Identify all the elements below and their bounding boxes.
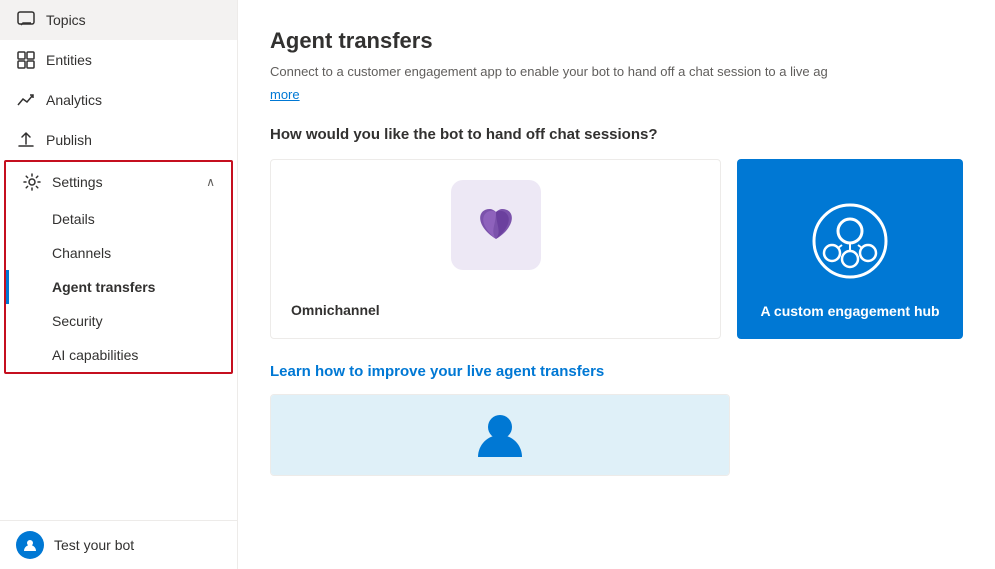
custom-engagement-icon <box>810 179 890 303</box>
sidebar-subitem-channels-label: Channels <box>52 245 111 261</box>
analytics-icon <box>16 90 36 110</box>
sidebar-subitem-channels[interactable]: Channels <box>6 236 231 270</box>
sidebar-item-publish-label: Publish <box>46 132 92 148</box>
sidebar-item-settings-label: Settings <box>52 174 103 190</box>
publish-icon <box>16 130 36 150</box>
sidebar-subitem-details-label: Details <box>52 211 95 227</box>
section2-title: Learn how to improve your live agent tra… <box>270 363 963 380</box>
omnichannel-logo <box>291 180 700 286</box>
page-subtitle: Connect to a customer engagement app to … <box>270 62 963 82</box>
grid-icon <box>16 50 36 70</box>
learn-card[interactable] <box>270 394 730 476</box>
custom-engagement-card[interactable]: A custom engagement hub <box>737 159 963 339</box>
sidebar-item-publish[interactable]: Publish <box>0 120 237 160</box>
sidebar-subitem-ai-capabilities[interactable]: AI capabilities <box>6 338 231 372</box>
sidebar-subitem-ai-capabilities-label: AI capabilities <box>52 347 138 363</box>
omnichannel-label: Omnichannel <box>291 302 700 318</box>
custom-engagement-label: A custom engagement hub <box>760 303 939 319</box>
sidebar-item-topics-label: Topics <box>46 12 86 28</box>
sidebar-item-topics[interactable]: Topics <box>0 0 237 40</box>
page-title: Agent transfers <box>270 28 963 54</box>
omnichannel-card[interactable]: Omnichannel <box>270 159 721 339</box>
cards-row: Omnichannel A custom engagement hub <box>270 159 963 339</box>
sidebar-subitem-security[interactable]: Security <box>6 304 231 338</box>
more-link[interactable]: more <box>270 87 300 102</box>
test-your-bot-label: Test your bot <box>54 537 134 553</box>
sidebar-item-analytics-label: Analytics <box>46 92 102 108</box>
sidebar-item-settings[interactable]: Settings ∧ <box>6 162 231 202</box>
sidebar-scroll: Topics Entities Analytics <box>0 0 237 520</box>
main-content: Agent transfers Connect to a customer en… <box>238 0 995 569</box>
chat-icon <box>16 10 36 30</box>
chevron-up-icon: ∧ <box>206 175 215 189</box>
test-your-bot-button[interactable]: Test your bot <box>0 520 237 569</box>
sidebar-subitem-details[interactable]: Details <box>6 202 231 236</box>
sidebar-subitem-agent-transfers-label: Agent transfers <box>52 279 155 295</box>
sidebar-item-entities-label: Entities <box>46 52 92 68</box>
sidebar-item-analytics[interactable]: Analytics <box>0 80 237 120</box>
sidebar: Topics Entities Analytics <box>0 0 238 569</box>
section1-title: How would you like the bot to hand off c… <box>270 126 963 143</box>
bot-icon <box>16 531 44 559</box>
settings-section: Settings ∧ Details Channels Agent transf… <box>4 160 233 374</box>
settings-icon <box>22 172 42 192</box>
learn-card-image <box>271 395 729 475</box>
sidebar-subitem-security-label: Security <box>52 313 103 329</box>
sidebar-subitem-agent-transfers[interactable]: Agent transfers <box>6 270 231 304</box>
sidebar-item-entities[interactable]: Entities <box>0 40 237 80</box>
